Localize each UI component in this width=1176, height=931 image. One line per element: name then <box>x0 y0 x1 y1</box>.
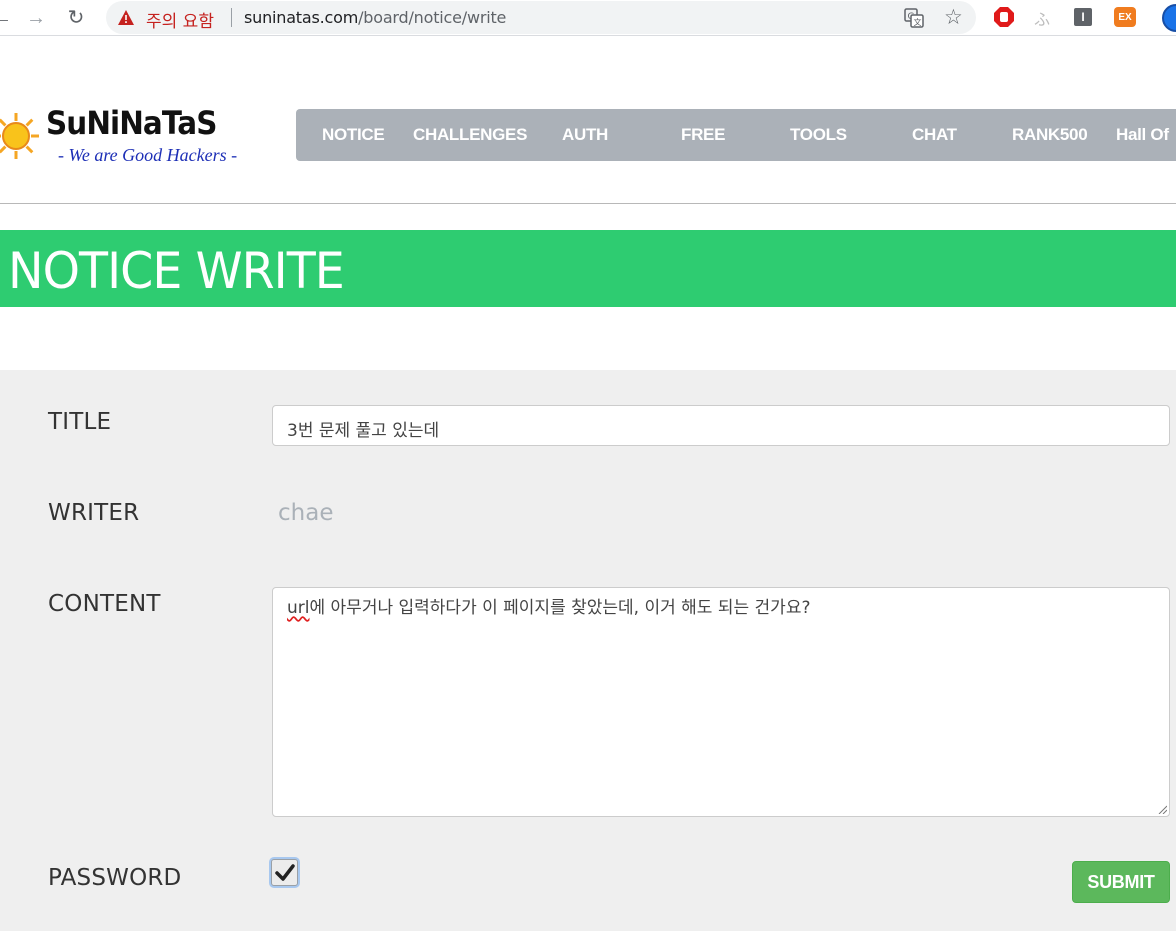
resize-grip-icon[interactable] <box>1157 804 1167 814</box>
info-extension-icon[interactable]: I <box>1074 8 1092 26</box>
submit-button[interactable]: SUBMIT <box>1072 861 1170 903</box>
nav-tools[interactable]: TOOLS <box>790 109 847 161</box>
ex-extension-icon[interactable]: EX <box>1114 7 1136 27</box>
browser-toolbar: ← → ↻ 주의 요함 suninatas.com/board/notice/w… <box>0 0 1176 36</box>
sun-logo-icon <box>0 113 39 159</box>
warning-triangle-icon[interactable] <box>118 10 134 25</box>
site-logo[interactable]: SuNiNaTaS - We are Good Hackers - <box>0 104 240 174</box>
url-text[interactable]: suninatas.com/board/notice/write <box>244 8 506 27</box>
spellcheck-word: url <box>287 598 310 618</box>
title-label: TITLE <box>48 409 112 435</box>
omnibox-divider <box>231 8 232 27</box>
profile-avatar[interactable] <box>1162 4 1176 32</box>
bookmark-star-icon[interactable]: ☆ <box>944 5 963 30</box>
translate-icon[interactable]: G 文 <box>904 8 924 28</box>
nav-rank500[interactable]: RANK500 <box>1012 109 1088 161</box>
nav-challenges[interactable]: CHALLENGES <box>413 109 527 161</box>
page-title: NOTICE WRITE <box>8 242 345 300</box>
content-textarea[interactable]: url에 아무거나 입력하다가 이 페이지를 찾았는데, 이거 해도 되는 건가… <box>272 587 1170 817</box>
url-host: suninatas.com <box>244 8 359 27</box>
nav-auth[interactable]: AUTH <box>562 109 608 161</box>
title-input[interactable]: 3번 문제 풀고 있는데 <box>272 405 1170 446</box>
password-checkbox[interactable] <box>271 859 298 886</box>
url-path: /board/notice/write <box>358 8 507 27</box>
nav-hall-of-fame[interactable]: Hall Of <box>1116 109 1169 161</box>
nav-free[interactable]: FREE <box>681 109 725 161</box>
writer-value: chae <box>278 500 334 526</box>
kana-extension-icon[interactable]: ふ <box>1034 6 1054 29</box>
page-title-banner: NOTICE WRITE <box>0 230 1176 307</box>
password-label: PASSWORD <box>48 865 182 891</box>
security-warning-label[interactable]: 주의 요함 <box>146 7 214 32</box>
address-bar[interactable]: 주의 요함 suninatas.com/board/notice/write G… <box>106 1 976 34</box>
svg-text:文: 文 <box>914 17 922 27</box>
adblock-extension-icon[interactable] <box>994 7 1014 27</box>
forward-arrow-icon[interactable]: → <box>22 4 50 32</box>
nav-chat[interactable]: CHAT <box>912 109 957 161</box>
logo-title: SuNiNaTaS <box>46 104 217 142</box>
content-text: 에 아무거나 입력하다가 이 페이지를 찾았는데, 이거 해도 되는 건가요? <box>309 598 811 618</box>
header-divider <box>0 203 1176 204</box>
nav-notice[interactable]: NOTICE <box>322 109 385 161</box>
logo-tagline: - We are Good Hackers - <box>58 145 238 165</box>
reload-icon[interactable]: ↻ <box>62 4 90 32</box>
content-label: CONTENT <box>48 591 161 617</box>
writer-label: WRITER <box>48 500 140 526</box>
back-arrow-icon[interactable]: ← <box>0 4 16 32</box>
checkmark-icon <box>274 863 295 881</box>
main-nav: NOTICE CHALLENGES AUTH FREE TOOLS CHAT R… <box>296 109 1176 161</box>
notice-write-form: TITLE 3번 문제 풀고 있는데 WRITER chae CONTENT u… <box>0 370 1176 931</box>
